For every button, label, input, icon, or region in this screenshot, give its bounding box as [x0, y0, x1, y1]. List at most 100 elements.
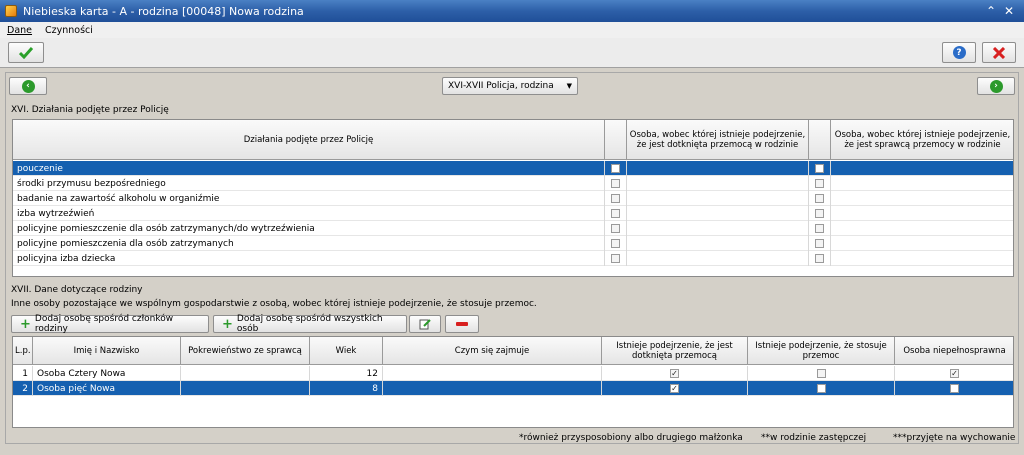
prev-button[interactable]: ‹: [9, 77, 47, 95]
relation-cell[interactable]: [181, 366, 310, 381]
victim-checkbox-cell[interactable]: [605, 206, 627, 221]
header-victim[interactable]: Istnieje podejrzenie, że jest dotknięta …: [602, 337, 748, 365]
age-cell[interactable]: 8: [310, 381, 383, 396]
occupation-cell[interactable]: [383, 366, 602, 381]
add-any-person-button[interactable]: + Dodaj osobę spośród wszystkich osób: [213, 314, 407, 334]
next-button[interactable]: ›: [977, 77, 1015, 95]
victim-cell: [627, 236, 809, 251]
add-family-member-button[interactable]: + Dodaj osobę spośród członków rodziny: [11, 314, 209, 334]
help-button[interactable]: ?: [942, 42, 976, 63]
checkbox[interactable]: [816, 369, 826, 378]
table-row[interactable]: policyjna izba dziecka: [13, 251, 1013, 266]
victim-cell: [627, 191, 809, 206]
remove-button[interactable]: [445, 315, 479, 333]
checkbox[interactable]: ✓: [950, 369, 959, 378]
disabled-checkbox-cell[interactable]: ✓: [895, 366, 1013, 381]
menu-dane[interactable]: Dane: [7, 25, 32, 36]
checkbox[interactable]: [816, 384, 826, 393]
perpetrator-checkbox-cell[interactable]: [809, 251, 831, 266]
table-row[interactable]: policyjne pomieszczenia dla osób zatrzym…: [13, 236, 1013, 251]
action-label: pouczenie: [13, 161, 605, 176]
name-cell[interactable]: Osoba pięć Nowa: [33, 381, 181, 396]
family-table[interactable]: L.p. Imię i Nazwisko Pokrewieństwo ze sp…: [12, 336, 1014, 428]
collapse-icon[interactable]: ⌃: [982, 4, 1000, 18]
header-lp[interactable]: L.p.: [13, 337, 33, 365]
perpetrator-checkbox-cell[interactable]: [809, 221, 831, 236]
cancel-button[interactable]: [982, 42, 1016, 63]
checkbox[interactable]: [815, 209, 824, 218]
arrow-right-icon: ›: [989, 79, 1003, 93]
header-perpetrator[interactable]: Osoba, wobec której istnieje podejrzenie…: [831, 120, 1013, 160]
name-cell[interactable]: Osoba Cztery Nowa: [33, 366, 181, 381]
table-row[interactable]: 2 Osoba pięć Nowa 8 ✓: [13, 381, 1013, 396]
action-label: izba wytrzeźwień: [13, 206, 605, 221]
header-actions[interactable]: Działania podjęte przez Policję: [13, 120, 605, 160]
checkbox[interactable]: ✓: [670, 369, 679, 378]
disabled-checkbox-cell[interactable]: [895, 381, 1013, 396]
checkbox[interactable]: [815, 239, 824, 248]
add-any-person-label: Dodaj osobę spośród wszystkich osób: [236, 314, 383, 334]
action-label: policyjne pomieszczenia dla osób zatrzym…: [13, 236, 605, 251]
lp-cell[interactable]: 2: [13, 381, 33, 396]
checkbox[interactable]: ✓: [670, 384, 679, 393]
victim-cell: [627, 221, 809, 236]
checkbox[interactable]: [950, 384, 959, 393]
close-icon[interactable]: ✕: [1000, 4, 1018, 18]
age-cell[interactable]: 12: [310, 366, 383, 381]
checkbox[interactable]: [611, 254, 620, 263]
action-label: policyjna izba dziecka: [13, 251, 605, 266]
checkbox[interactable]: [815, 224, 824, 233]
perpetrator-checkbox-cell[interactable]: [748, 366, 895, 381]
relation-cell[interactable]: [181, 381, 310, 396]
header-occupation[interactable]: Czym się zajmuje: [383, 337, 602, 365]
perpetrator-checkbox-cell[interactable]: [809, 206, 831, 221]
checkbox[interactable]: [611, 224, 620, 233]
victim-checkbox-cell[interactable]: [605, 176, 627, 191]
checkbox[interactable]: [611, 239, 620, 248]
checkbox[interactable]: [611, 209, 620, 218]
table-row[interactable]: 1 Osoba Cztery Nowa 12 ✓ ✓: [13, 366, 1013, 381]
menu-czynnosci[interactable]: Czynności: [45, 25, 93, 36]
add-family-member-label: Dodaj osobę spośród członków rodziny: [34, 314, 174, 334]
section-select[interactable]: XVI-XVII Policja, rodzina ▼: [442, 77, 578, 95]
victim-checkbox-cell[interactable]: ✓: [602, 381, 748, 396]
victim-checkbox-cell[interactable]: [605, 191, 627, 206]
table-row[interactable]: pouczenie: [13, 161, 1013, 176]
perpetrator-checkbox-cell[interactable]: [809, 176, 831, 191]
header-perpetrator[interactable]: Istnieje podejrzenie, że stosuje przemoc: [748, 337, 895, 365]
police-actions-table[interactable]: Działania podjęte przez Policję Osoba, w…: [12, 119, 1014, 277]
victim-checkbox-cell[interactable]: [605, 251, 627, 266]
lp-cell[interactable]: 1: [13, 366, 33, 381]
checkbox[interactable]: [815, 179, 824, 188]
perpetrator-checkbox-cell[interactable]: [809, 161, 831, 176]
checkbox[interactable]: [815, 194, 824, 203]
victim-checkbox-cell[interactable]: [605, 221, 627, 236]
victim-checkbox-cell[interactable]: ✓: [602, 366, 748, 381]
header-name[interactable]: Imię i Nazwisko: [33, 337, 181, 365]
perpetrator-checkbox-cell[interactable]: [748, 381, 895, 396]
header-check-2: [809, 120, 831, 160]
table-row[interactable]: badanie na zawartość alkoholu w organiźm…: [13, 191, 1013, 206]
footnote-adopted: *również przysposobiony albo drugiego ma…: [519, 433, 743, 443]
header-age[interactable]: Wiek: [310, 337, 383, 365]
table-row[interactable]: policyjne pomieszczenie dla osób zatrzym…: [13, 221, 1013, 236]
ok-button[interactable]: [8, 42, 44, 63]
perpetrator-checkbox-cell[interactable]: [809, 236, 831, 251]
edit-button[interactable]: [409, 315, 441, 333]
header-relation[interactable]: Pokrewieństwo ze sprawcą: [181, 337, 310, 365]
table-row[interactable]: izba wytrzeźwień: [13, 206, 1013, 221]
perpetrator-checkbox-cell[interactable]: [809, 191, 831, 206]
table-row[interactable]: środki przymusu bezpośredniego: [13, 176, 1013, 191]
header-disabled[interactable]: Osoba niepełnosprawna: [895, 337, 1013, 365]
victim-checkbox-cell[interactable]: [605, 161, 627, 176]
checkbox[interactable]: [815, 254, 824, 263]
help-icon: ?: [952, 46, 966, 59]
header-victim[interactable]: Osoba, wobec której istnieje podejrzenie…: [627, 120, 809, 160]
checkbox[interactable]: [611, 179, 620, 188]
checkbox[interactable]: [815, 164, 824, 173]
victim-checkbox-cell[interactable]: [605, 236, 627, 251]
checkbox[interactable]: [611, 194, 620, 203]
occupation-cell[interactable]: [383, 381, 602, 396]
checkbox[interactable]: [611, 164, 620, 173]
perpetrator-cell: [831, 236, 1013, 251]
